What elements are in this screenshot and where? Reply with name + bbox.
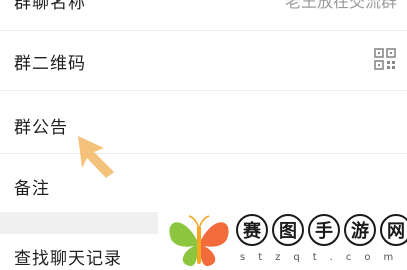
- group-name-label: 群聊名称: [14, 0, 86, 13]
- watermark-char: 网: [380, 214, 407, 246]
- watermark-char: 赛: [236, 214, 268, 246]
- watermark-domain: stzqt.com: [240, 252, 407, 263]
- watermark: 赛 图 手 游 网 stzqt.com: [158, 210, 407, 270]
- remark-label: 备注: [14, 179, 50, 199]
- divider: [0, 153, 407, 154]
- search-history-label: 查找聊天记录: [14, 249, 122, 269]
- watermark-char: 图: [272, 214, 304, 246]
- group-notice-label: 群公告: [14, 118, 68, 138]
- group-name-value: 老王放在交流群: [284, 0, 397, 11]
- group-qr-label: 群二维码: [14, 54, 86, 74]
- watermark-brand: 赛 图 手 游 网: [236, 214, 407, 246]
- divider: [0, 90, 407, 91]
- group-notice-row[interactable]: 群公告: [0, 92, 407, 152]
- butterfly-logo: [169, 215, 229, 267]
- group-qr-row[interactable]: 群二维码: [0, 31, 407, 89]
- arrow-pointer-icon: [78, 136, 114, 178]
- qr-code-icon: [374, 48, 396, 70]
- remark-row[interactable]: 备注: [0, 155, 407, 212]
- group-name-row[interactable]: 群聊名称 老王放在交流群: [0, 0, 407, 28]
- watermark-char: 手: [308, 214, 340, 246]
- watermark-char: 游: [344, 214, 376, 246]
